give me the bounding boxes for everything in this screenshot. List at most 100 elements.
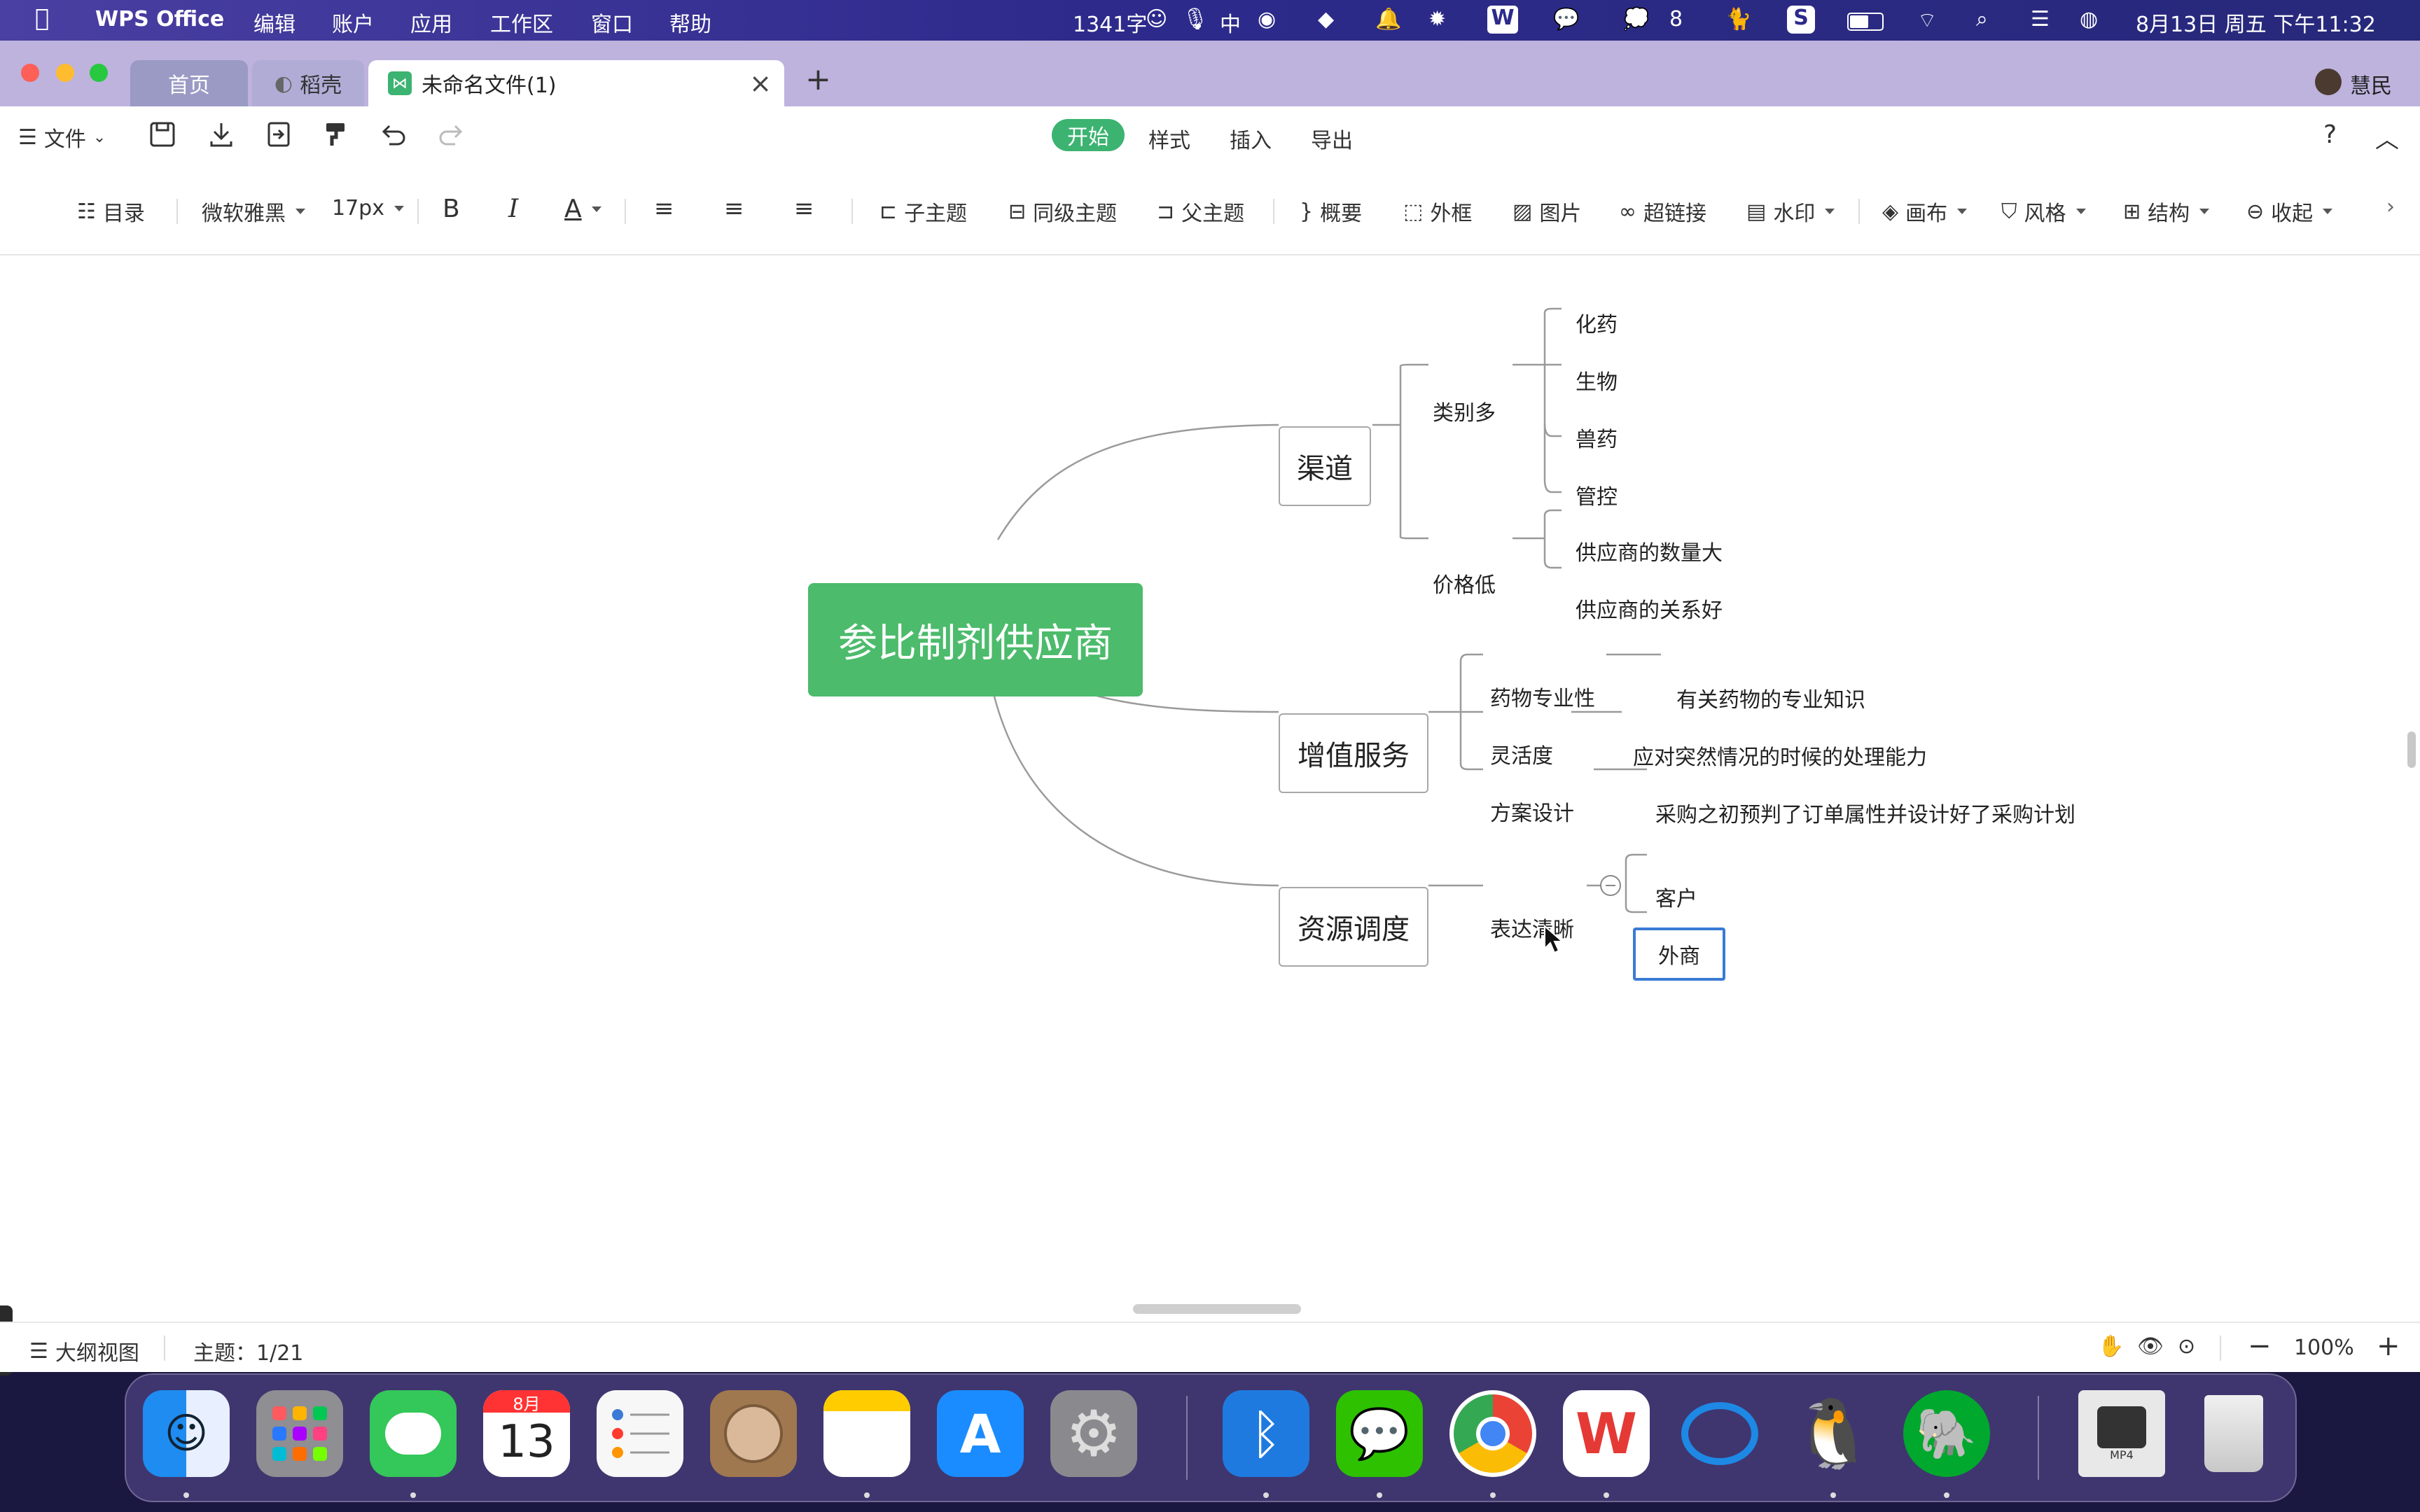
leaf-topic[interactable]: 生物 (1576, 365, 1618, 396)
sogou-icon[interactable]: S (1787, 6, 1815, 34)
mp4-file-icon[interactable]: MP4 (2078, 1390, 2165, 1477)
add-sibling-topic-button[interactable]: ⊟ 同级主题 (1008, 196, 1117, 227)
hand-tool-icon[interactable]: ✋ (2098, 1334, 2124, 1359)
undo-icon[interactable] (380, 120, 408, 148)
clock-datetime[interactable]: 8月13日 周五 下午11:32 (2136, 7, 2376, 38)
apple-menu-icon[interactable]:  (35, 4, 49, 32)
contacts-icon[interactable] (710, 1390, 797, 1477)
notes-icon[interactable] (823, 1390, 910, 1477)
dingtalk-chat-icon[interactable] (1676, 1390, 1763, 1477)
subtopic[interactable]: 灵活度 (1490, 738, 1553, 769)
wifi-icon[interactable]: ⌔ (1917, 7, 1937, 34)
bluetooth-icon[interactable]: ᛒ (1223, 1390, 1309, 1477)
spotlight-search-icon[interactable]: ⌕ (1976, 7, 1988, 31)
redo-icon[interactable] (437, 120, 465, 148)
zoom-level[interactable]: 100% (2294, 1336, 2354, 1360)
font-size-dropdown[interactable]: 17px (332, 196, 404, 220)
trash-icon[interactable] (2190, 1390, 2277, 1477)
bold-button[interactable]: B (443, 195, 460, 223)
align-left-icon[interactable]: ≡ (654, 195, 674, 223)
wps-status-icon[interactable]: W (1487, 6, 1518, 34)
tab-home[interactable]: 首页 (130, 60, 248, 106)
vertical-scrollbar-thumb[interactable] (2407, 732, 2416, 768)
collapse-ribbon-icon[interactable]: ︿ (2375, 120, 2399, 155)
user-avatar[interactable] (2315, 69, 2342, 95)
summary-button[interactable]: } 概要 (1300, 196, 1362, 227)
zoom-window-button[interactable] (90, 64, 108, 82)
font-color-button[interactable]: A (564, 195, 601, 223)
add-parent-topic-button[interactable]: ⊐ 父主题 (1157, 196, 1244, 227)
style-dropdown[interactable]: ⛉ 风格 (2001, 196, 2086, 227)
subtopic[interactable]: 方案设计 (1490, 796, 1574, 827)
subtopic[interactable]: 价格低 (1433, 568, 1496, 598)
file-menu-button[interactable]: ☰ 文件 ⌄ (18, 122, 106, 153)
close-window-button[interactable] (21, 64, 39, 82)
font-family-dropdown[interactable]: 微软雅黑 (202, 196, 305, 227)
zoom-in-icon[interactable]: + (2377, 1330, 2400, 1362)
subtopic[interactable]: 药物专业性 (1490, 681, 1595, 712)
leaf-topic[interactable]: 客户 (1655, 881, 1697, 912)
frame-button[interactable]: ⬚ 外框 (1403, 196, 1472, 227)
calendar-icon[interactable]: 8月 13 (483, 1390, 570, 1477)
tab-export[interactable]: 导出 (1311, 123, 1353, 154)
format-painter-icon[interactable] (322, 120, 350, 148)
battery-icon[interactable] (1847, 13, 1884, 31)
menu-workspace[interactable]: 工作区 (490, 7, 553, 38)
structure-dropdown[interactable]: ⊞ 结构 (2123, 196, 2210, 227)
wechat-icon[interactable]: 💬 (1336, 1390, 1423, 1477)
branch-topic[interactable]: 资源调度 (1279, 887, 1428, 967)
toolbar-scroll-right-icon[interactable]: › (2386, 195, 2395, 219)
cat-face-icon[interactable]: ◉ (1258, 7, 1276, 31)
align-center-icon[interactable]: ≡ (724, 195, 744, 223)
italic-button[interactable]: I (508, 195, 518, 223)
visibility-icon[interactable]: 👁 (2137, 1334, 2164, 1359)
close-tab-icon[interactable]: × (749, 68, 772, 99)
subtopic[interactable]: 类别多 (1433, 396, 1496, 426)
chat-bubble-icon[interactable]: 💬 (1553, 7, 1579, 31)
new-tab-plus-icon[interactable]: + (805, 62, 831, 97)
leaf-topic[interactable]: 化药 (1576, 307, 1618, 338)
tab-insert[interactable]: 插入 (1230, 123, 1272, 154)
app-store-icon[interactable]: A (937, 1390, 1024, 1477)
notification-bell-icon[interactable]: 🔔 (1375, 7, 1401, 31)
leaf-topic[interactable]: 兽药 (1576, 422, 1618, 453)
hyperlink-button[interactable]: ∞ 超链接 (1619, 196, 1706, 227)
minimize-window-button[interactable] (56, 64, 74, 82)
tab-start[interactable]: 开始 (1052, 119, 1125, 151)
cat-icon[interactable]: 🐈 (1725, 7, 1751, 31)
menu-window[interactable]: 窗口 (591, 7, 633, 38)
locate-icon[interactable]: ⊙ (2178, 1334, 2195, 1359)
evernote-icon[interactable]: 🐘 (1903, 1390, 1990, 1477)
menu-apps[interactable]: 应用 (410, 7, 452, 38)
tab-style[interactable]: 样式 (1148, 123, 1190, 154)
leaf-topic[interactable]: 供应商的数量大 (1576, 536, 1723, 566)
leaf-topic[interactable]: 管控 (1576, 479, 1618, 510)
selected-leaf-topic[interactable]: 外商 (1633, 927, 1725, 981)
branch-topic[interactable]: 渠道 (1279, 426, 1371, 506)
siri-icon[interactable]: ◍ (2080, 7, 2098, 31)
collapse-dropdown[interactable]: ⊖ 收起 (2246, 196, 2333, 227)
canvas-dropdown[interactable]: ◈ 画布 (1882, 196, 1968, 227)
branch-topic[interactable]: 增值服务 (1279, 713, 1428, 793)
horizontal-scrollbar-thumb[interactable] (1133, 1304, 1301, 1314)
mindmap-canvas[interactable]: 参比制剂供应商 渠道 类别多 化药 生物 兽药 管控 价格低 供应商的数量大 供… (0, 255, 2420, 1376)
app-name-menu[interactable]: WPS Office (95, 7, 224, 31)
tab-document[interactable]: ⋈ 未命名文件(1) × (368, 60, 784, 106)
outline-button[interactable]: ☷ 目录 (77, 196, 145, 227)
watermark-dropdown[interactable]: ▤ 水印 (1746, 196, 1835, 227)
leaf-topic[interactable]: 应对突然情况的时候的处理能力 (1633, 740, 1927, 771)
control-center-icon[interactable]: ☰ (2031, 7, 2050, 31)
evernote-status-icon[interactable]: ◆ (1318, 7, 1334, 31)
align-right-icon[interactable]: ≡ (794, 195, 814, 223)
menu-account[interactable]: 账户 (332, 7, 374, 38)
leaf-topic[interactable]: 供应商的关系好 (1576, 593, 1723, 624)
zoom-out-icon[interactable]: − (2248, 1330, 2272, 1362)
qq-icon[interactable]: 🐧 (1790, 1390, 1877, 1477)
save-icon[interactable] (148, 120, 176, 148)
tab-daoke[interactable]: ◐ 稻壳 (252, 60, 364, 106)
smiley-icon[interactable]: ☺ (1146, 7, 1167, 31)
microphone-icon[interactable]: 🎙 (1182, 7, 1209, 31)
chrome-icon[interactable] (1449, 1390, 1536, 1477)
reminders-icon[interactable] (597, 1390, 683, 1477)
outline-view-button[interactable]: ☰ 大纲视图 (29, 1336, 139, 1366)
